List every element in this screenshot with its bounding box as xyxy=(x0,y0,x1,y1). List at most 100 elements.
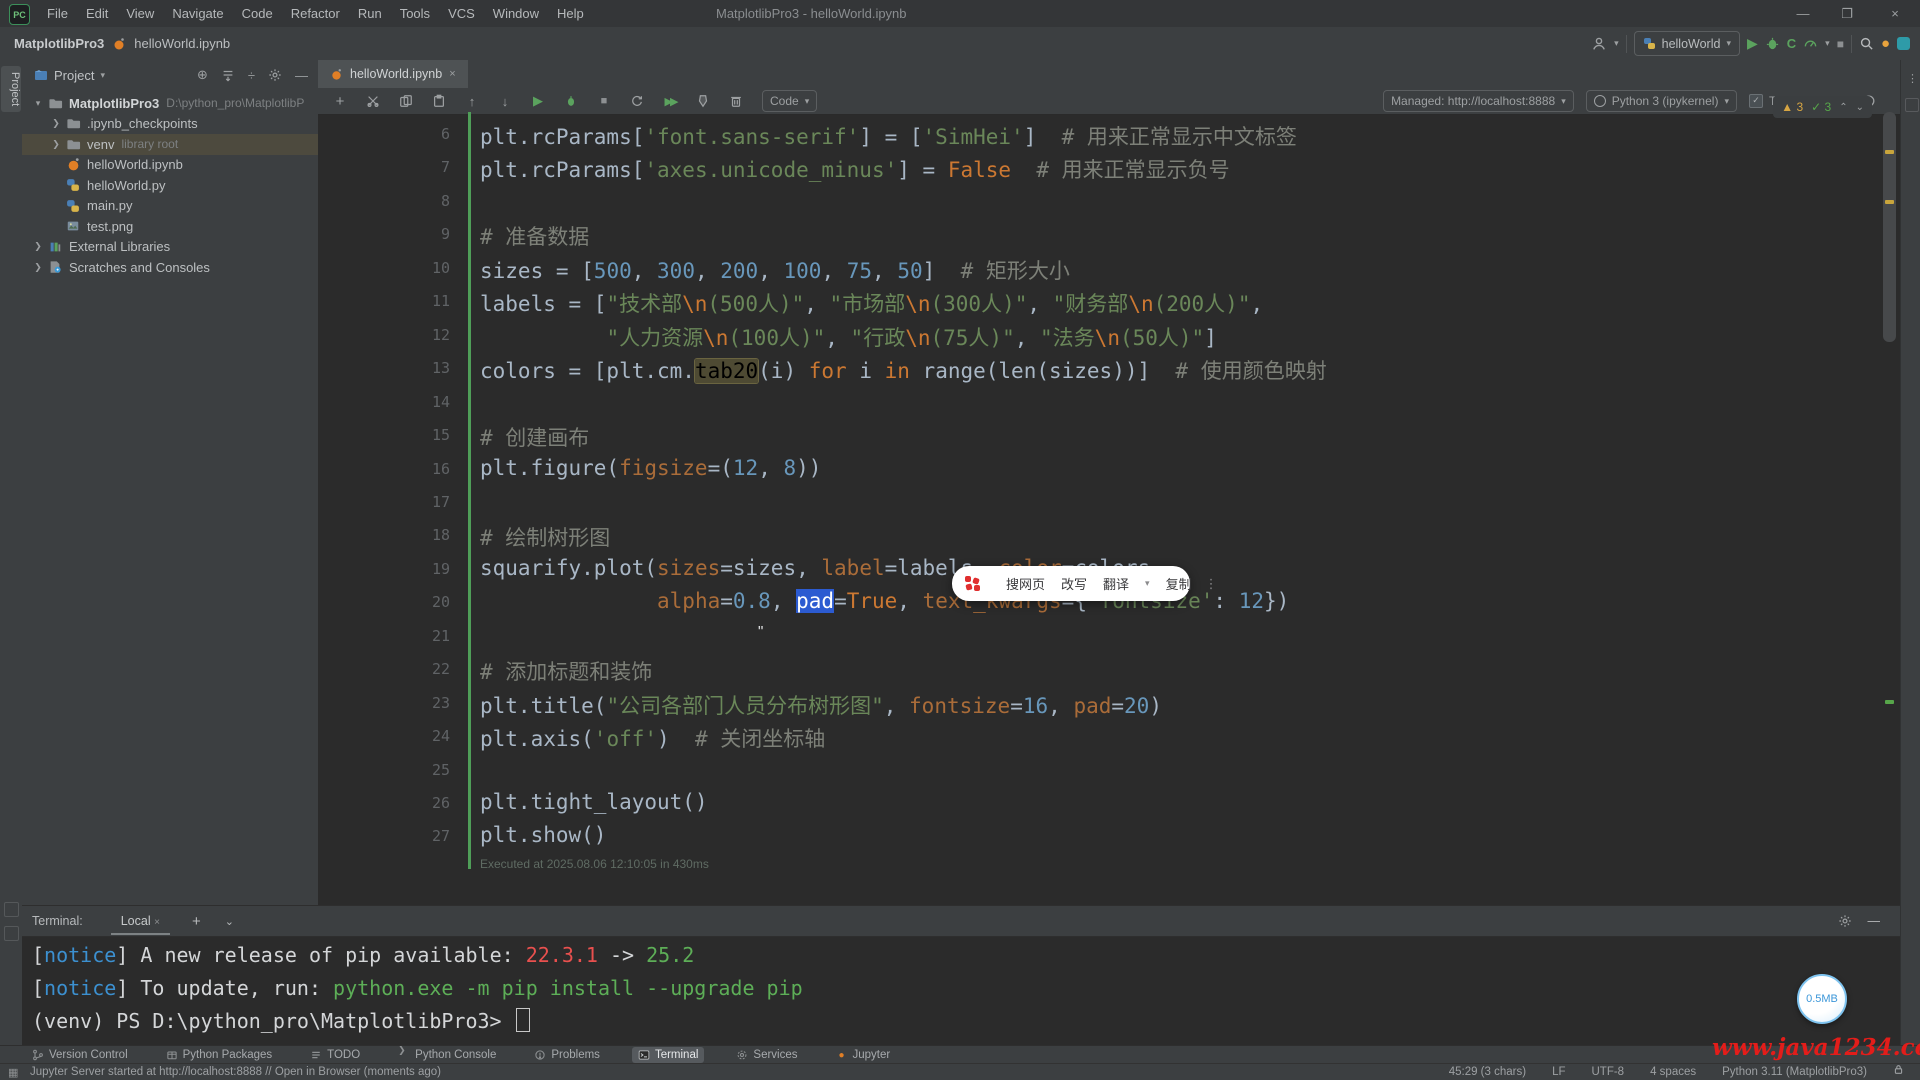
code-line[interactable]: plt.axis('off') # 关闭坐标轴 xyxy=(480,723,825,753)
tree-chevron-icon[interactable]: ❯ xyxy=(32,241,44,252)
toolwindow-button-jupyter[interactable]: ●Jupyter xyxy=(830,1047,897,1063)
code-line[interactable]: colors = [plt.cm.tab20(i) for i in range… xyxy=(480,355,1327,385)
menu-window[interactable]: Window xyxy=(484,0,548,27)
code-line[interactable]: plt.title("公司各部门人员分布树形图", fontsize=16, p… xyxy=(480,690,1162,720)
notifications-stripe-icon[interactable] xyxy=(1905,98,1919,112)
toolwindow-button-problems[interactable]: Problems xyxy=(528,1047,606,1063)
hide-terminal-icon[interactable]: — xyxy=(1868,914,1881,928)
prev-problem-icon[interactable]: ⌃ xyxy=(1839,102,1847,113)
search-everywhere-icon[interactable] xyxy=(1859,36,1874,51)
debug-cell-icon[interactable] xyxy=(563,93,579,109)
code-line[interactable]: "人力资源\n(100人)", "行政\n(75人)", "法务\n(50人)"… xyxy=(480,322,1217,352)
run-cell-icon[interactable]: ▶ xyxy=(530,93,546,109)
readonly-lock-icon[interactable] xyxy=(1893,1064,1904,1080)
editor-scrollbar[interactable] xyxy=(1883,112,1896,342)
user-widget-icon[interactable] xyxy=(1591,36,1607,52)
project-view-selector[interactable]: Project ▾ xyxy=(34,68,105,83)
stripe-ok-mark[interactable] xyxy=(1885,700,1894,704)
tree-chevron-icon[interactable]: ❯ xyxy=(50,139,62,150)
code-line[interactable]: plt.rcParams['font.sans-serif'] = ['SimH… xyxy=(480,121,1297,151)
tree-item-scratches-and-consoles[interactable]: ❯Scratches and Consoles xyxy=(22,257,318,278)
menu-edit[interactable]: Edit xyxy=(77,0,117,27)
menu-tools[interactable]: Tools xyxy=(391,0,439,27)
code-line[interactable]: plt.figure(figsize=(12, 8)) xyxy=(480,456,821,480)
toolwindow-button-services[interactable]: Services xyxy=(730,1047,803,1063)
vcs-stripe-icon[interactable] xyxy=(4,926,19,941)
code-line[interactable]: plt.tight_layout() xyxy=(480,790,708,814)
project-action-collapse-icon[interactable]: ÷ xyxy=(248,68,255,83)
stripe-warning-mark[interactable] xyxy=(1885,150,1894,154)
menu-refactor[interactable]: Refactor xyxy=(282,0,349,27)
move-up-icon[interactable]: ↑ xyxy=(464,93,480,109)
tree-item-test-png[interactable]: test.png xyxy=(22,216,318,237)
project-action-hide-icon[interactable]: — xyxy=(295,68,308,83)
project-stripe-tab[interactable]: Project xyxy=(1,66,21,112)
terminal-output[interactable]: [notice] A new release of pip available:… xyxy=(22,936,1900,1046)
kebab-menu-icon[interactable]: ⋮ xyxy=(1907,72,1918,85)
minimize-button[interactable]: — xyxy=(1786,0,1820,27)
close-terminal-icon[interactable]: × xyxy=(154,917,160,928)
menu-vcs[interactable]: VCS xyxy=(439,0,484,27)
tree-item-venv[interactable]: ❯venvlibrary root xyxy=(22,134,318,155)
tree-item--ipynb-checkpoints[interactable]: ❯.ipynb_checkpoints xyxy=(22,114,318,135)
coverage-button[interactable]: C xyxy=(1787,36,1796,51)
code-line[interactable]: plt.show() xyxy=(480,823,606,847)
toolwindow-button-python-console[interactable]: ❯_Python Console xyxy=(392,1047,502,1063)
menu-view[interactable]: View xyxy=(117,0,163,27)
structure-stripe-icon[interactable] xyxy=(4,902,19,917)
stop-button[interactable]: ■ xyxy=(1837,37,1844,51)
status-message[interactable]: Jupyter Server started at http://localho… xyxy=(30,1064,441,1080)
promo-icon[interactable]: ● xyxy=(1881,35,1890,52)
tree-item-helloworld-ipynb[interactable]: helloWorld.ipynb xyxy=(22,155,318,176)
project-action-locate-icon[interactable]: ⊕ xyxy=(197,67,208,83)
stripe-warning-mark[interactable] xyxy=(1885,200,1894,204)
profiler-button[interactable] xyxy=(1803,36,1818,51)
caret-position-widget[interactable]: 45:29 (3 chars) xyxy=(1449,1064,1526,1080)
tree-item-external-libraries[interactable]: ❯External Libraries xyxy=(22,237,318,258)
project-action-settings-icon[interactable] xyxy=(268,68,282,82)
tab-helloworld-ipynb[interactable]: helloWorld.ipynb × xyxy=(318,60,468,88)
toolwindow-button-python-packages[interactable]: Python Packages xyxy=(160,1047,279,1063)
kernel-selector[interactable]: Python 3 (ipykernel)▾ xyxy=(1586,90,1737,112)
toolwindow-button-todo[interactable]: TODO xyxy=(304,1047,366,1063)
code-line[interactable]: # 创建画布 xyxy=(480,422,589,452)
encoding-widget[interactable]: UTF-8 xyxy=(1591,1064,1624,1080)
code-line[interactable]: labels = ["技术部\n(500人)", "市场部\n(300人)", … xyxy=(480,288,1263,318)
popup-item-1[interactable]: 搜网页 xyxy=(1006,574,1045,593)
terminal-settings-icon[interactable] xyxy=(1838,914,1852,928)
add-cell-icon[interactable]: + xyxy=(332,93,348,109)
menu-run[interactable]: Run xyxy=(349,0,391,27)
tree-chevron-icon[interactable]: ❯ xyxy=(32,262,44,273)
tree-chevron-icon[interactable]: ❯ xyxy=(50,118,62,129)
restart-kernel-icon[interactable] xyxy=(629,93,645,109)
code-line[interactable]: # 绘制树形图 xyxy=(480,522,610,552)
code-line[interactable]: # 准备数据 xyxy=(480,221,589,251)
next-problem-icon[interactable]: ⌄ xyxy=(1856,102,1864,113)
jupyter-server-selector[interactable]: Managed: http://localhost:8888▾ xyxy=(1383,90,1574,112)
cell-type-dropdown[interactable]: Code▾ xyxy=(762,90,817,112)
move-down-icon[interactable]: ↓ xyxy=(497,93,513,109)
floating-badge[interactable]: 0.5MB xyxy=(1797,974,1847,1024)
code-line[interactable]: plt.rcParams['axes.unicode_minus'] = Fal… xyxy=(480,154,1230,184)
close-tab-icon[interactable]: × xyxy=(449,68,455,80)
code-line[interactable]: # 添加标题和装饰 xyxy=(480,656,652,686)
copy-cell-icon[interactable] xyxy=(398,93,414,109)
terminal-dropdown-icon[interactable]: ⌄ xyxy=(225,915,234,928)
tree-item-matplotlibpro3[interactable]: ▾MatplotlibPro3D:\python_pro\MatplotlibP xyxy=(22,93,318,114)
indent-widget[interactable]: 4 spaces xyxy=(1650,1064,1696,1080)
menu-code[interactable]: Code xyxy=(233,0,282,27)
run-all-icon[interactable]: ▶▶ xyxy=(662,93,678,109)
settings-icon[interactable] xyxy=(1897,37,1910,50)
menu-file[interactable]: File xyxy=(38,0,77,27)
debug-button[interactable] xyxy=(1765,36,1780,51)
paste-cell-icon[interactable] xyxy=(431,93,447,109)
breadcrumb-project[interactable]: MatplotlibPro3 xyxy=(14,36,104,51)
line-separator-widget[interactable]: LF xyxy=(1552,1064,1565,1080)
popup-item-4[interactable]: 复制 xyxy=(1166,574,1192,593)
clear-outputs-icon[interactable] xyxy=(695,93,711,109)
popup-more-icon[interactable]: ⋮ xyxy=(1205,576,1218,592)
tool-window-switcher-icon[interactable]: ▦ xyxy=(8,1066,18,1079)
menu-navigate[interactable]: Navigate xyxy=(163,0,232,27)
cut-cell-icon[interactable] xyxy=(365,93,381,109)
stop-kernel-icon[interactable]: ■ xyxy=(596,93,612,109)
